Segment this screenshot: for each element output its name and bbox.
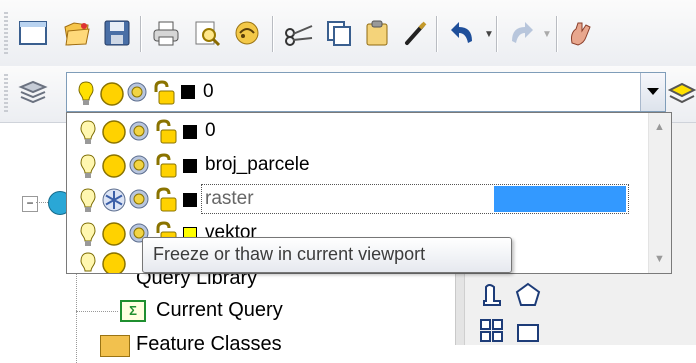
layer-row[interactable]: broj_parcele: [67, 149, 647, 183]
feature-classes-folder-icon: [100, 335, 130, 357]
layer-color-swatch: [181, 85, 195, 99]
separator: [140, 16, 141, 52]
publish-icon[interactable]: [228, 14, 266, 52]
tree-connector: [36, 202, 48, 203]
separator: [436, 16, 437, 52]
lock-unlocked-icon[interactable]: [153, 187, 179, 218]
copy-icon[interactable]: [320, 14, 358, 52]
toolbar-grip[interactable]: [4, 74, 8, 114]
separator: [556, 16, 557, 52]
viewport-freeze-icon: [125, 80, 149, 111]
layer-color-swatch[interactable]: [183, 193, 197, 207]
paste-icon[interactable]: [358, 14, 396, 52]
on-off-bulb-icon[interactable]: [79, 221, 97, 252]
match-properties-icon[interactable]: [396, 14, 434, 52]
pentagon-tool-icon[interactable]: [514, 281, 542, 309]
layer-combobox[interactable]: 0: [66, 72, 666, 112]
print-icon[interactable]: [147, 14, 185, 52]
grid-tool-icon[interactable]: [478, 317, 506, 345]
new-icon[interactable]: [14, 14, 52, 52]
toolbar-grip[interactable]: [4, 12, 8, 56]
on-off-bulb-icon[interactable]: [79, 119, 97, 150]
layer-name-edit-box[interactable]: raster: [201, 184, 629, 214]
layer-name: broj_parcele: [205, 154, 310, 175]
tree-collapse-toggle[interactable]: −: [22, 196, 38, 212]
separator: [496, 16, 497, 52]
undo-icon[interactable]: [444, 14, 482, 52]
pin-tool-icon[interactable]: [478, 281, 506, 309]
lock-unlocked-icon: [151, 80, 177, 111]
freeze-sun-icon[interactable]: [101, 221, 127, 252]
tree-connector: [76, 311, 118, 312]
selection-highlight: [494, 186, 626, 212]
scroll-down-arrow[interactable]: ▼: [654, 253, 665, 265]
freeze-tooltip: Freeze or thaw in current viewport: [142, 237, 512, 273]
undo-dropdown-arrow[interactable]: ▼: [484, 29, 494, 40]
rectangle-tool-icon[interactable]: [514, 317, 542, 345]
on-off-bulb-icon[interactable]: [79, 251, 97, 280]
list-scrollbar[interactable]: ▲ ▼: [648, 113, 671, 273]
freeze-sun-icon[interactable]: [101, 153, 127, 184]
layer-color-swatch[interactable]: [183, 159, 197, 173]
viewport-freeze-icon[interactable]: [127, 119, 151, 150]
viewport-freeze-icon[interactable]: [127, 187, 151, 218]
layer-dropdown-button[interactable]: [640, 73, 665, 111]
layer-name: raster: [205, 188, 254, 209]
pan-icon[interactable]: [562, 14, 600, 52]
layer-color-swatch[interactable]: [183, 125, 197, 139]
viewport-freeze-icon[interactable]: [127, 153, 151, 184]
tree-item-current-query[interactable]: Current Query: [156, 299, 283, 322]
scroll-up-arrow[interactable]: ▲: [654, 121, 665, 133]
current-layer-name: 0: [203, 81, 214, 102]
layer-properties-manager-icon[interactable]: [14, 74, 52, 112]
freeze-snowflake-icon[interactable]: [101, 187, 127, 218]
freeze-sun-icon: [99, 81, 125, 112]
separator: [272, 16, 273, 52]
open-icon[interactable]: [58, 14, 96, 52]
on-off-bulb-icon[interactable]: [79, 187, 97, 218]
on-off-bulb-icon[interactable]: [79, 153, 97, 184]
layer-name: 0: [205, 120, 216, 141]
query-icon: Σ: [120, 300, 146, 322]
lock-unlocked-icon[interactable]: [153, 119, 179, 150]
make-current-layer-icon[interactable]: [667, 78, 696, 113]
redo-icon[interactable]: [502, 14, 540, 52]
layer-row-editing[interactable]: raster: [67, 183, 647, 217]
cut-icon[interactable]: [280, 14, 318, 52]
on-off-bulb-icon: [77, 80, 95, 111]
standard-toolbar: ▼ ▼: [0, 0, 696, 67]
redo-dropdown-arrow: ▼: [542, 29, 552, 40]
freeze-sun-icon[interactable]: [101, 251, 127, 278]
save-icon[interactable]: [98, 14, 136, 52]
lock-unlocked-icon[interactable]: [153, 153, 179, 184]
freeze-sun-icon[interactable]: [101, 119, 127, 150]
plot-preview-icon[interactable]: [188, 14, 226, 52]
layer-row[interactable]: 0: [67, 115, 647, 149]
